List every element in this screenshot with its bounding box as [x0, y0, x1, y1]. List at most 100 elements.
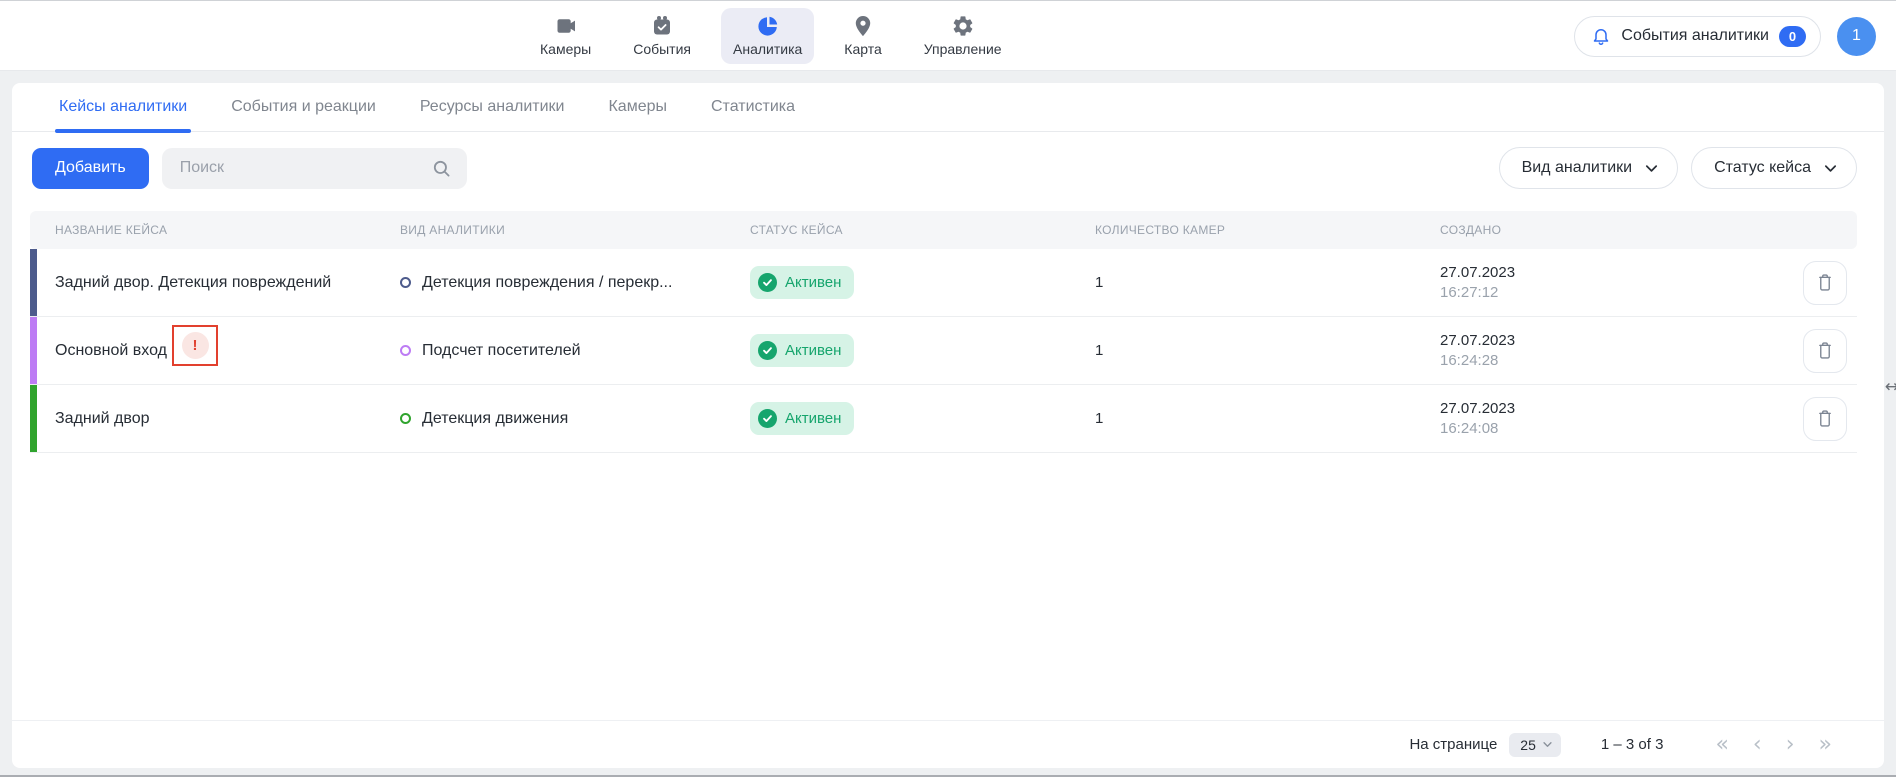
camera-count-cell: 1 — [1095, 342, 1440, 359]
case-status-cell: Активен — [750, 334, 1095, 367]
search-input[interactable] — [162, 148, 467, 189]
table-row[interactable]: Основной вход ! Подсчет посетителей Акти… — [30, 317, 1857, 385]
events-button-label: События аналитики — [1621, 27, 1769, 45]
row-accent-bar — [30, 249, 37, 316]
topbar-right: События аналитики 0 1 — [1574, 1, 1876, 71]
search-icon — [431, 158, 452, 184]
per-page-select[interactable]: 25 — [1509, 733, 1561, 757]
nav-item-analytics[interactable]: Аналитика — [721, 8, 814, 64]
delete-case-button[interactable] — [1803, 397, 1847, 441]
nav-item-map[interactable]: Карта — [832, 8, 893, 64]
analytics-type-cell: Подсчет посетителей — [400, 342, 750, 360]
created-cell: 27.07.2023 16:24:28 — [1440, 332, 1740, 369]
pager-controls: « ‹ › » — [1715, 734, 1832, 756]
next-page-button[interactable]: › — [1786, 734, 1795, 756]
search-field — [162, 148, 467, 189]
status-badge: Активен — [750, 402, 854, 435]
nav-item-cameras[interactable]: Камеры — [528, 8, 603, 64]
tab-cameras[interactable]: Камеры — [606, 98, 669, 131]
nav-label: Карта — [844, 41, 881, 57]
col-header-case-status: СТАТУС КЕЙСА — [750, 223, 1095, 237]
analytics-type-cell: Детекция движения — [400, 410, 750, 428]
table-row[interactable]: Задний двор Детекция движения Активен 1 — [30, 385, 1857, 453]
camera-count-cell: 1 — [1095, 410, 1440, 427]
case-status-filter[interactable]: Статус кейса — [1691, 147, 1857, 189]
chevron-down-icon — [1823, 161, 1838, 176]
row-actions — [1740, 397, 1857, 441]
col-header-camera-count: КОЛИЧЕСТВО КАМЕР — [1095, 223, 1440, 237]
chevron-down-icon — [1644, 161, 1659, 176]
video-camera-icon — [554, 14, 578, 38]
status-label: Активен — [785, 274, 841, 291]
created-date: 27.07.2023 — [1440, 400, 1730, 417]
main-nav: Камеры События Аналитика Карта — [528, 1, 1014, 71]
row-actions — [1740, 329, 1857, 373]
status-badge: Активен — [750, 266, 854, 299]
tabs-bar: Кейсы аналитики События и реакции Ресурс… — [12, 83, 1884, 132]
gear-icon — [951, 14, 975, 38]
content-card: Кейсы аналитики События и реакции Ресурс… — [12, 83, 1884, 768]
row-actions — [1740, 261, 1857, 305]
nav-label: Камеры — [540, 41, 591, 57]
analytics-type-label: Детекция повреждения / перекр... — [422, 274, 672, 292]
analytics-type-icon — [400, 277, 411, 288]
tab-analytics-cases[interactable]: Кейсы аналитики — [57, 98, 189, 131]
map-pin-icon — [851, 14, 875, 38]
per-page-label: На странице — [1409, 736, 1497, 753]
app-window: Камеры События Аналитика Карта — [0, 0, 1896, 777]
created-time: 16:24:28 — [1440, 352, 1730, 369]
row-accent-bar — [30, 385, 37, 452]
add-button[interactable]: Добавить — [32, 148, 149, 189]
col-header-case-name: НАЗВАНИЕ КЕЙСА — [30, 223, 400, 237]
case-status-cell: Активен — [750, 266, 1095, 299]
col-header-analytics-type: ВИД АНАЛИТИКИ — [400, 223, 750, 237]
user-avatar[interactable]: 1 — [1837, 17, 1876, 56]
analytics-events-button[interactable]: События аналитики 0 — [1574, 16, 1821, 57]
status-label: Активен — [785, 410, 841, 427]
analytics-type-icon — [400, 345, 411, 356]
trash-icon — [1816, 341, 1834, 360]
col-header-created: СОЗДАНО — [1440, 223, 1740, 237]
trash-icon — [1816, 409, 1834, 428]
check-circle-icon — [758, 273, 777, 292]
created-time: 16:24:08 — [1440, 420, 1730, 437]
cases-table: НАЗВАНИЕ КЕЙСА ВИД АНАЛИТИКИ СТАТУС КЕЙС… — [30, 211, 1857, 720]
first-page-button[interactable]: « — [1715, 734, 1728, 756]
last-page-button[interactable]: » — [1819, 734, 1832, 756]
events-icon — [650, 14, 674, 38]
case-name-cell: Задний двор — [30, 385, 400, 452]
status-label: Активен — [785, 342, 841, 359]
resize-cursor-artifact: ↔ — [1885, 377, 1896, 397]
nav-label: События — [633, 41, 691, 57]
trash-icon — [1816, 273, 1834, 292]
nav-item-management[interactable]: Управление — [912, 8, 1014, 64]
tab-events-reactions[interactable]: События и реакции — [229, 98, 378, 131]
check-circle-icon — [758, 409, 777, 428]
analytics-type-icon — [400, 413, 411, 424]
error-highlight-box: ! — [172, 325, 218, 366]
filter-label: Статус кейса — [1714, 159, 1811, 177]
analytics-type-filter[interactable]: Вид аналитики — [1499, 147, 1679, 189]
table-row[interactable]: Задний двор. Детекция повреждений Детекц… — [30, 249, 1857, 317]
created-cell: 27.07.2023 16:24:08 — [1440, 400, 1740, 437]
top-bar: Камеры События Аналитика Карта — [0, 1, 1896, 71]
prev-page-button[interactable]: ‹ — [1753, 734, 1762, 756]
created-time: 16:27:12 — [1440, 284, 1730, 301]
nav-item-events[interactable]: События — [621, 8, 703, 64]
delete-case-button[interactable] — [1803, 329, 1847, 373]
pie-chart-icon — [756, 14, 780, 38]
row-accent-bar — [30, 317, 37, 384]
tab-statistics[interactable]: Статистика — [709, 98, 797, 131]
camera-count-cell: 1 — [1095, 274, 1440, 291]
delete-case-button[interactable] — [1803, 261, 1847, 305]
case-name: Задний двор. Детекция повреждений — [55, 274, 331, 292]
case-name-cell: Основной вход ! — [30, 317, 400, 384]
bell-icon — [1591, 26, 1611, 46]
case-name: Основной вход — [55, 342, 167, 360]
events-count-badge: 0 — [1779, 26, 1806, 47]
toolbar-filters: Вид аналитики Статус кейса — [1499, 147, 1857, 189]
table-header-row: НАЗВАНИЕ КЕЙСА ВИД АНАЛИТИКИ СТАТУС КЕЙС… — [30, 211, 1857, 249]
chevron-down-icon — [1542, 739, 1553, 750]
page-range-label: 1 – 3 of 3 — [1601, 736, 1664, 753]
tab-analytics-resources[interactable]: Ресурсы аналитики — [418, 98, 567, 131]
